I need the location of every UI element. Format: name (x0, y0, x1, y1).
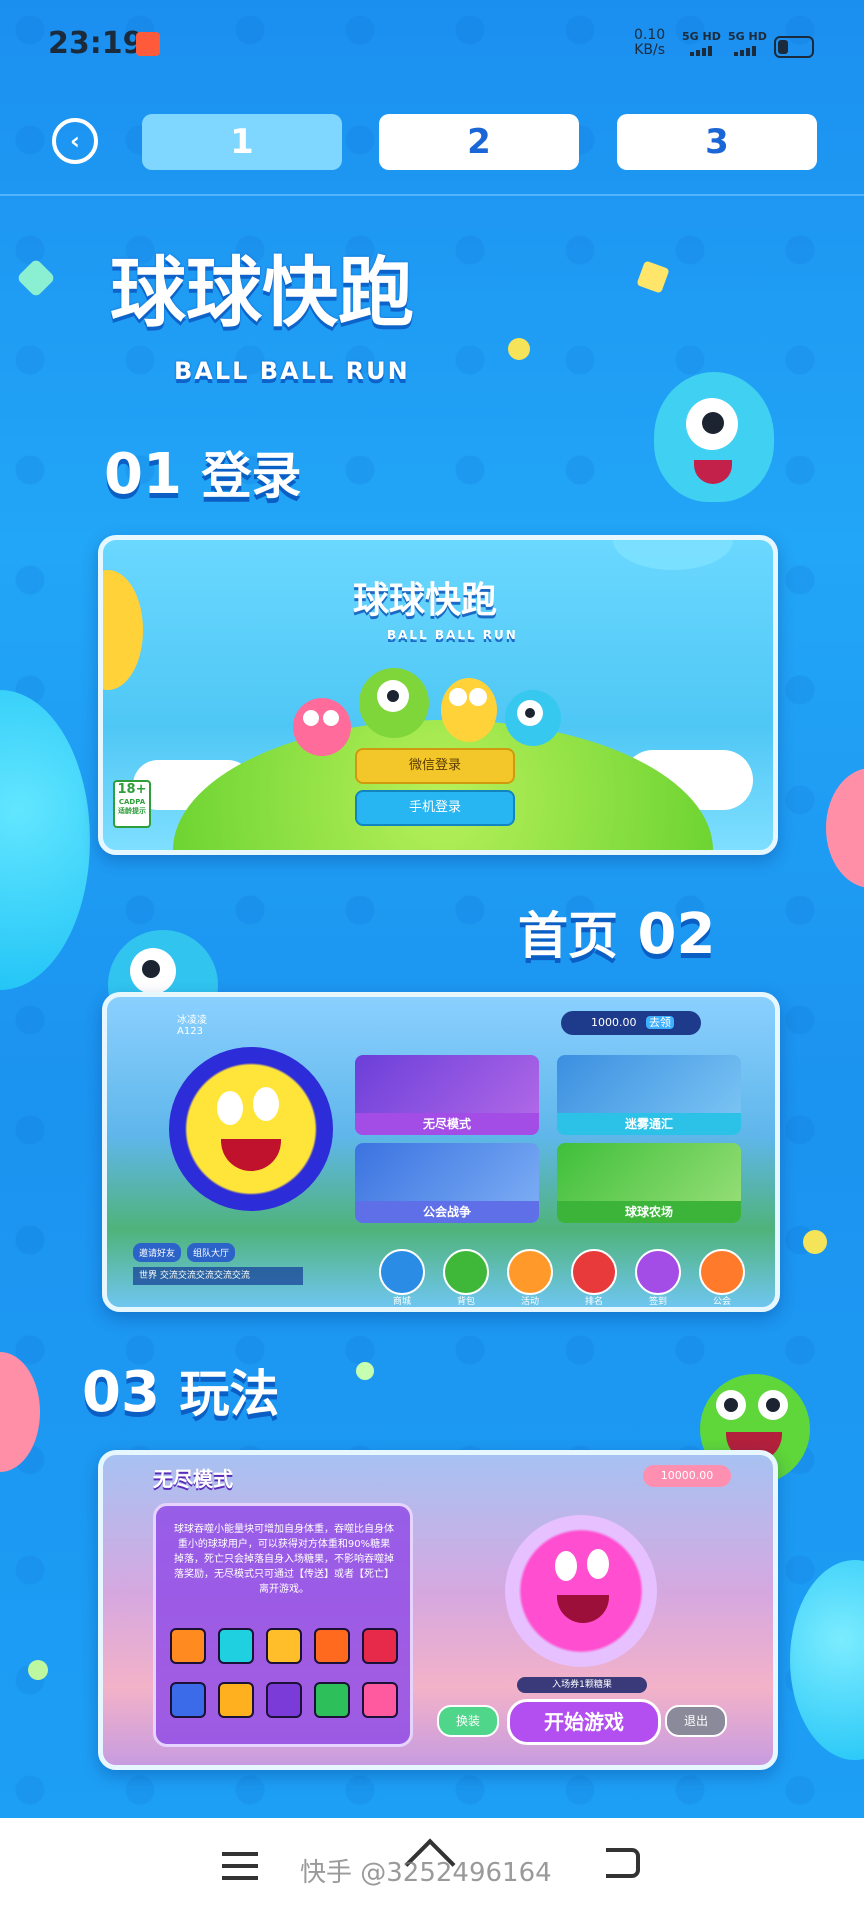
pink-ball-character (505, 1515, 657, 1667)
back-icon[interactable] (606, 1848, 640, 1878)
watermark: 快手 @3252496164 (300, 1858, 552, 1888)
gameplay-screenshot: 无尽模式 10000.00 球球吞噬小能量块可增加自身体重，吞噬比自身体重小的球… (98, 1450, 778, 1770)
section-title-login: 01 登录 (104, 442, 302, 507)
coin-balance: 1000.00 去领 (561, 1011, 701, 1035)
mode-tile-fog[interactable]: 迷雾通汇 (557, 1055, 741, 1135)
screen-record-icon (136, 32, 160, 56)
entry-ticket: 入场券1颗糖果 (517, 1677, 647, 1693)
signal-icon-2 (734, 46, 756, 56)
top-nav: ‹ 1 2 3 (0, 98, 864, 196)
mode-tile-farm[interactable]: 球球农场 (557, 1143, 741, 1223)
phone-login-button[interactable]: 手机登录 (355, 790, 515, 826)
team-hall-button[interactable]: 组队大厅 (187, 1243, 236, 1262)
battery-icon (774, 36, 814, 58)
player-nickname: 冰凌凌 A123 (177, 1015, 207, 1037)
section-title-gameplay: 03 玩法 (82, 1360, 280, 1425)
event-icon[interactable]: 活动 (507, 1249, 553, 1307)
sim2-label: 5G HD (728, 30, 767, 43)
mode-title: 无尽模式 (153, 1467, 233, 1491)
exit-button[interactable]: 退出 (665, 1705, 727, 1737)
status-time: 23:19 (48, 26, 144, 61)
login-logo: 球球快跑 BALL BALL RUN (353, 580, 518, 643)
play-coin-balance: 10000.00 (643, 1465, 731, 1487)
home-screenshot: 冰凌凌 A123 1000.00 去领 无尽模式 迷雾通汇 公会战争 球球农场 邀… (102, 992, 780, 1312)
mode-tile-endless[interactable]: 无尽模式 (355, 1055, 539, 1135)
system-nav-bar: 快手 @3252496164 (0, 1818, 864, 1920)
checkin-icon[interactable]: 签到 (635, 1249, 681, 1307)
game-logo-subtitle: BALL BALL RUN (174, 357, 410, 385)
chat-bar[interactable]: 世界 交流交流交流交流交流 (133, 1267, 303, 1285)
mode-tile-guild-war[interactable]: 公会战争 (355, 1143, 539, 1223)
back-arrow-icon[interactable]: ‹ (52, 118, 98, 164)
network-speed: 0.10 KB/s (634, 27, 666, 58)
sim1-label: 5G HD (682, 30, 721, 43)
guild-icon[interactable]: 公会 (699, 1249, 745, 1307)
invite-friends-button[interactable]: 邀请好友 (133, 1243, 182, 1262)
tab-1[interactable]: 1 (142, 114, 342, 170)
shop-icon[interactable]: 商城 (379, 1249, 425, 1307)
bag-icon[interactable]: 背包 (443, 1249, 489, 1307)
tab-2[interactable]: 2 (379, 114, 579, 170)
wechat-login-button[interactable]: 微信登录 (355, 748, 515, 784)
age-rating-badge: 18+ CADPA 适龄提示 (113, 780, 151, 828)
mode-description-panel: 球球吞噬小能量块可增加自身体重，吞噬比自身体重小的球球用户，可以获得对方体重和9… (153, 1503, 413, 1747)
login-screenshot: 球球快跑 BALL BALL RUN 微信登录 手机登录 18+ CADPA 适… (98, 535, 778, 855)
menu-icon[interactable] (222, 1852, 258, 1880)
blue-monster-decoration (654, 372, 774, 502)
section-title-home: 首页 02 (518, 902, 716, 967)
start-game-button[interactable]: 开始游戏 (507, 1699, 661, 1745)
game-logo: 球球快跑 BALL BALL RUN (110, 252, 414, 412)
rank-icon[interactable]: 排名 (571, 1249, 617, 1307)
tab-3[interactable]: 3 (617, 114, 817, 170)
status-bar: 23:19 0.10 KB/s 5G HD 5G HD (0, 0, 864, 90)
signal-icon (690, 46, 712, 56)
swap-outfit-button[interactable]: 换装 (437, 1705, 499, 1737)
player-avatar[interactable] (169, 1047, 333, 1211)
